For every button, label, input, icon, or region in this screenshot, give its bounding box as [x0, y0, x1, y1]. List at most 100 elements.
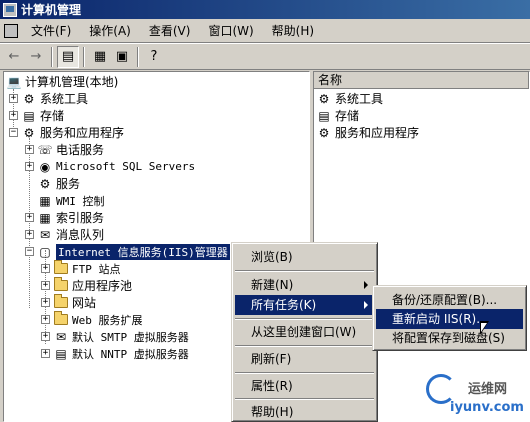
expand-icon[interactable]: +	[41, 264, 50, 273]
tree-item-smtp[interactable]: + ✉ 默认 SMTP 虚拟服务器	[41, 328, 189, 345]
list-item[interactable]: ▤ 存储	[316, 107, 359, 124]
list-item[interactable]: ⚙ 服务和应用程序	[316, 124, 419, 141]
menu-item-browse[interactable]: 浏览(B)	[235, 247, 374, 267]
menu-separator	[235, 372, 374, 374]
tree-item-iis[interactable]: − ▢ Internet 信息服务(IIS)管理器	[25, 243, 230, 260]
tree-item-label: FTP 站点	[72, 262, 121, 276]
expand-icon[interactable]: +	[25, 213, 34, 222]
window-title: 计算机管理	[21, 3, 82, 17]
toolbar: ← → ▤ ▦ ▣ ?	[0, 43, 530, 70]
menu-item-refresh[interactable]: 刷新(F)	[235, 349, 374, 369]
menu-item-restart-iis[interactable]: 重新启动 IIS(R)...	[376, 309, 523, 329]
title-bar: 计算机管理	[0, 0, 530, 19]
expand-icon[interactable]: +	[41, 332, 50, 341]
window-menu-icon[interactable]	[4, 23, 18, 38]
tree-item-label: Web 服务扩展	[72, 313, 143, 327]
menu-item-label: 所有任务(K)	[251, 298, 317, 312]
menu-item-properties[interactable]: 属性(R)	[235, 376, 374, 396]
tree-item-services[interactable]: ⚙ 服务	[37, 175, 80, 192]
back-arrow-icon[interactable]: ←	[3, 46, 25, 68]
services-apps-icon: ⚙	[23, 125, 35, 140]
menu-item-help[interactable]: 帮助(H)	[235, 402, 374, 422]
tree-item-indexing[interactable]: + ▦ 索引服务	[25, 209, 104, 226]
menu-action[interactable]: 操作(A)	[80, 21, 140, 41]
expand-icon[interactable]: +	[41, 281, 50, 290]
services-apps-icon: ⚙	[318, 125, 330, 140]
menu-item-save-to-disk[interactable]: 将配置保存到磁盘(S)	[376, 328, 523, 348]
indexing-icon: ▦	[39, 210, 51, 225]
tree-item-label: 应用程序池	[72, 279, 133, 293]
collapse-icon[interactable]: −	[9, 128, 18, 137]
list-item[interactable]: ⚙ 系统工具	[316, 90, 383, 107]
menu-item-backup-restore[interactable]: 备份/还原配置(B)...	[376, 290, 523, 310]
menu-separator	[235, 345, 374, 347]
computer-icon: 💻	[6, 74, 22, 89]
expand-icon[interactable]: +	[9, 111, 18, 120]
column-header-name[interactable]: 名称	[314, 72, 529, 89]
tree-item-wmi[interactable]: ▦ WMI 控制	[37, 192, 105, 209]
watermark-url: iyunv.com	[450, 400, 524, 415]
tree-item-label: 服务和应用程序	[40, 126, 125, 140]
show-tree-icon[interactable]: ▤	[57, 45, 79, 68]
watermark-name: 运维网	[468, 382, 508, 397]
tree-item-msmq[interactable]: + ✉ 消息队列	[25, 226, 104, 243]
tree-item-websites[interactable]: + 网站	[41, 294, 96, 311]
storage-icon: ▤	[318, 108, 330, 123]
export-list-icon[interactable]: ▣	[111, 46, 133, 68]
tree-item-label: 默认 NNTP 虚拟服务器	[72, 347, 189, 361]
expand-icon[interactable]: +	[25, 230, 34, 239]
menu-view[interactable]: 查看(V)	[140, 21, 200, 41]
menu-separator	[235, 318, 374, 320]
tree-root[interactable]: 💻 计算机管理(本地)	[6, 73, 119, 90]
properties-icon[interactable]: ▦	[89, 46, 111, 68]
tools-icon: ⚙	[23, 91, 35, 106]
tree-item-label-selected: Internet 信息服务(IIS)管理器	[56, 243, 230, 260]
gears-icon: ⚙	[39, 176, 51, 191]
expand-icon[interactable]: +	[41, 349, 50, 358]
tree-item-app-pools[interactable]: + 应用程序池	[41, 277, 132, 294]
tree-item-system-tools[interactable]: + ⚙ 系统工具	[9, 90, 88, 107]
expand-icon[interactable]: +	[25, 162, 34, 171]
menu-window[interactable]: 窗口(W)	[199, 21, 262, 41]
tree-item-sql-servers[interactable]: + ◉ Microsoft SQL Servers	[25, 158, 195, 175]
tree-item-ftp[interactable]: + FTP 站点	[41, 260, 121, 277]
all-tasks-submenu: 备份/还原配置(B)... 重新启动 IIS(R)... 将配置保存到磁盘(S)	[372, 285, 527, 351]
forward-arrow-icon[interactable]: →	[25, 46, 47, 68]
collapse-icon[interactable]: −	[25, 247, 34, 256]
menu-item-all-tasks[interactable]: 所有任务(K)	[235, 295, 374, 315]
menu-separator	[235, 398, 374, 400]
submenu-arrow-icon	[364, 301, 368, 309]
toolbar-separator	[137, 46, 139, 67]
tree-item-label: WMI 控制	[56, 194, 105, 208]
sql-server-icon: ◉	[39, 159, 51, 174]
menu-item-new[interactable]: 新建(N)	[235, 275, 374, 295]
tree-item-nntp[interactable]: + ▤ 默认 NNTP 虚拟服务器	[41, 345, 189, 362]
list-item-label: 系统工具	[335, 92, 384, 106]
expand-icon[interactable]: +	[9, 94, 18, 103]
tree-item-services-apps[interactable]: − ⚙ 服务和应用程序	[9, 124, 124, 141]
tree-item-telephony[interactable]: + ☏ 电话服务	[25, 141, 104, 158]
list-item-label: 服务和应用程序	[335, 126, 420, 140]
wmi-icon: ▦	[39, 193, 51, 208]
help-icon[interactable]: ?	[143, 46, 165, 68]
expand-icon[interactable]: +	[25, 145, 34, 154]
menu-help[interactable]: 帮助(H)	[263, 21, 323, 41]
tree-item-web-ext[interactable]: + Web 服务扩展	[41, 311, 143, 328]
folder-icon	[53, 277, 69, 293]
tree-item-label: 电话服务	[56, 143, 105, 157]
storage-icon: ▤	[23, 108, 35, 123]
iis-icon: ▢	[39, 244, 51, 259]
list-item-label: 存储	[335, 109, 360, 123]
menu-separator	[235, 270, 374, 272]
tools-icon: ⚙	[318, 91, 330, 106]
menu-file[interactable]: 文件(F)	[22, 21, 80, 41]
folder-icon	[53, 294, 69, 310]
tree-item-label: 服务	[56, 177, 81, 191]
expand-icon[interactable]: +	[41, 315, 50, 324]
menu-item-new-window[interactable]: 从这里创建窗口(W)	[235, 322, 374, 342]
tree-item-label: 消息队列	[56, 228, 105, 242]
tree-item-storage[interactable]: + ▤ 存储	[9, 107, 64, 124]
smtp-server-icon: ✉	[55, 329, 67, 344]
message-queue-icon: ✉	[39, 227, 51, 242]
expand-icon[interactable]: +	[41, 298, 50, 307]
